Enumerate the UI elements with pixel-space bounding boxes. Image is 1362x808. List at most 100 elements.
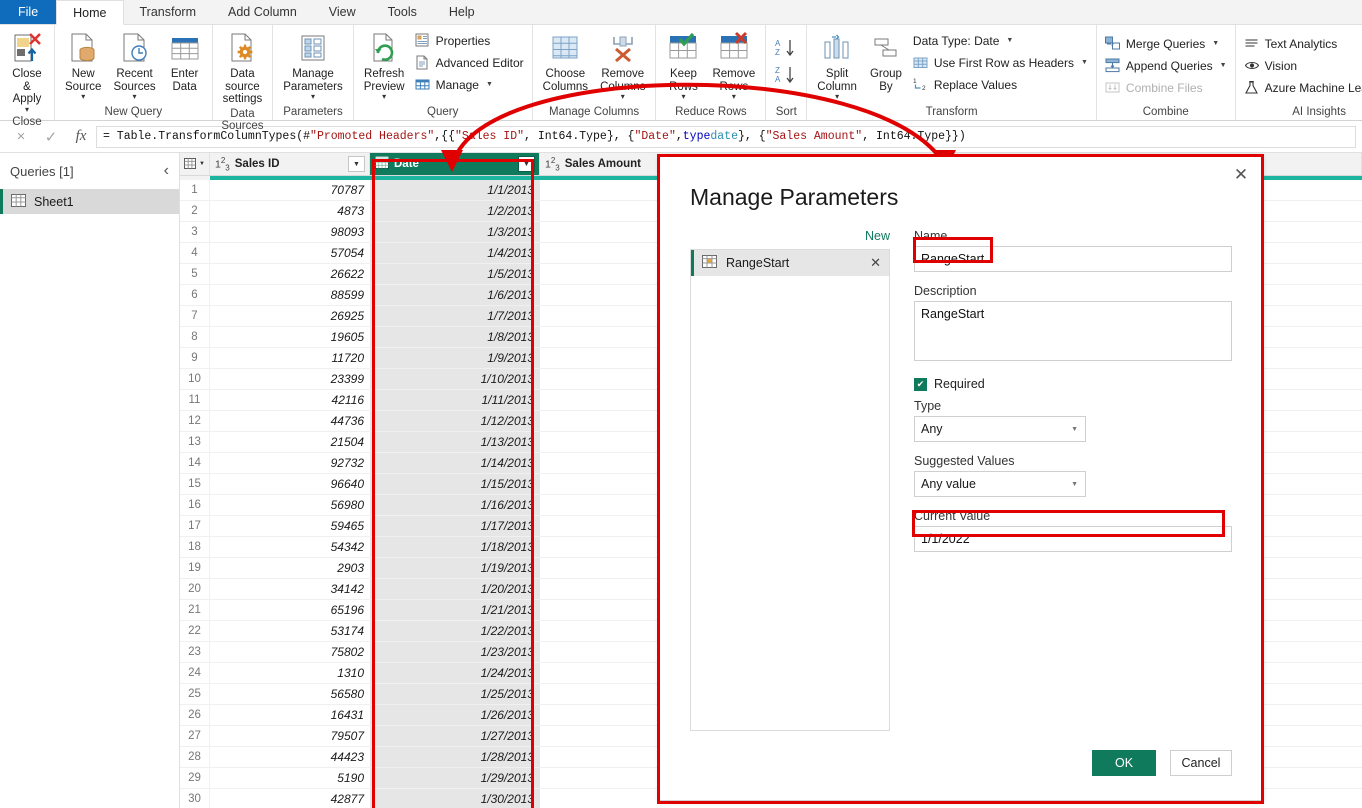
parameter-description-input[interactable]: RangeStart: [914, 301, 1232, 361]
cell-sales-id[interactable]: 88599: [210, 285, 370, 305]
cell-sales-id[interactable]: 16431: [210, 705, 370, 725]
required-checkbox-row[interactable]: ✔ Required: [914, 377, 1232, 391]
new-parameter-link[interactable]: New: [690, 229, 890, 249]
cell-date[interactable]: 1/7/2013: [370, 306, 540, 326]
cell-sales-id[interactable]: 96640: [210, 474, 370, 494]
replace-values-button[interactable]: 1 2 Replace Values: [913, 75, 1088, 94]
cell-sales-id[interactable]: 23399: [210, 369, 370, 389]
cell-date[interactable]: 1/5/2013: [370, 264, 540, 284]
cell-date[interactable]: 1/6/2013: [370, 285, 540, 305]
cell-date[interactable]: 1/29/2013: [370, 768, 540, 788]
cell-sales-id[interactable]: 5190: [210, 768, 370, 788]
chevron-down-icon[interactable]: ▾: [835, 93, 839, 101]
column-header-sales-id[interactable]: 123 Sales ID ▼: [210, 153, 370, 175]
cell-date[interactable]: 1/27/2013: [370, 726, 540, 746]
choose-columns-button[interactable]: Choose Columns ▾: [537, 28, 594, 103]
cell-sales-id[interactable]: 65196: [210, 600, 370, 620]
collapse-chevron-icon[interactable]: ‹: [164, 162, 169, 180]
cell-sales-id[interactable]: 59465: [210, 516, 370, 536]
split-column-button[interactable]: Split Column ▾: [811, 28, 863, 103]
close-and-apply-button[interactable]: Close & Apply ▾: [4, 28, 50, 116]
query-list-item-sheet1[interactable]: Sheet1: [0, 189, 179, 214]
group-by-button[interactable]: Group By: [863, 28, 909, 95]
cell-sales-id[interactable]: 92732: [210, 453, 370, 473]
tab-help[interactable]: Help: [433, 0, 491, 24]
cell-sales-id[interactable]: 98093: [210, 222, 370, 242]
cancel-button[interactable]: Cancel: [1170, 750, 1232, 776]
cell-date[interactable]: 1/26/2013: [370, 705, 540, 725]
tab-view[interactable]: View: [313, 0, 372, 24]
keep-rows-button[interactable]: Keep Rows ▾: [660, 28, 706, 103]
tab-home[interactable]: Home: [56, 0, 124, 25]
cell-date[interactable]: 1/10/2013: [370, 369, 540, 389]
azure-machine-learning-button[interactable]: Azure Machine Learning: [1244, 78, 1362, 97]
refresh-preview-button[interactable]: Refresh Preview ▾: [358, 28, 411, 103]
cell-date[interactable]: 1/9/2013: [370, 348, 540, 368]
manage-button[interactable]: Manage ▼: [415, 75, 524, 94]
cell-sales-id[interactable]: 2903: [210, 558, 370, 578]
current-value-input[interactable]: 1/1/2022: [914, 526, 1232, 552]
ok-button[interactable]: OK: [1092, 750, 1156, 776]
cell-date[interactable]: 1/1/2013: [370, 180, 540, 200]
cell-date[interactable]: 1/30/2013: [370, 789, 540, 808]
vision-button[interactable]: Vision: [1244, 56, 1362, 75]
text-analytics-button[interactable]: Text Analytics: [1244, 34, 1362, 53]
chevron-down-icon[interactable]: ▼: [1071, 481, 1078, 488]
cell-sales-id[interactable]: 79507: [210, 726, 370, 746]
cell-sales-id[interactable]: 75802: [210, 642, 370, 662]
chevron-down-icon[interactable]: ▼: [1212, 40, 1219, 47]
fx-icon[interactable]: fx: [66, 128, 96, 145]
enter-data-button[interactable]: Enter Data: [162, 28, 208, 95]
cell-date[interactable]: 1/12/2013: [370, 411, 540, 431]
cell-date[interactable]: 1/8/2013: [370, 327, 540, 347]
column-header-date[interactable]: Date ▼: [370, 153, 540, 175]
select-all-corner-button[interactable]: ▼: [180, 153, 210, 175]
cell-date[interactable]: 1/2/2013: [370, 201, 540, 221]
cell-sales-id[interactable]: 57054: [210, 243, 370, 263]
chevron-down-icon[interactable]: ▾: [311, 93, 315, 101]
chevron-down-icon[interactable]: ▾: [133, 93, 137, 101]
remove-columns-button[interactable]: Remove Columns ▾: [594, 28, 651, 103]
manage-parameters-button[interactable]: Manage Parameters ▾: [277, 28, 348, 103]
cell-date[interactable]: 1/28/2013: [370, 747, 540, 767]
cell-sales-id[interactable]: 70787: [210, 180, 370, 200]
cell-sales-id[interactable]: 21504: [210, 432, 370, 452]
remove-rows-button[interactable]: Remove Rows ▾: [706, 28, 761, 103]
parameter-name-input[interactable]: RangeStart: [914, 246, 1232, 272]
cell-sales-id[interactable]: 56580: [210, 684, 370, 704]
chevron-down-icon[interactable]: ▾: [563, 93, 567, 101]
formula-cancel-icon[interactable]: ×: [6, 128, 36, 145]
cell-sales-id[interactable]: 42877: [210, 789, 370, 808]
cell-sales-id[interactable]: 1310: [210, 663, 370, 683]
cell-date[interactable]: 1/20/2013: [370, 579, 540, 599]
cell-sales-id[interactable]: 26925: [210, 306, 370, 326]
chevron-down-icon[interactable]: ▾: [732, 93, 736, 101]
cell-date[interactable]: 1/18/2013: [370, 537, 540, 557]
chevron-down-icon[interactable]: ▼: [1006, 37, 1013, 44]
chevron-down-icon[interactable]: ▾: [382, 93, 386, 101]
column-filter-dropdown-icon[interactable]: ▼: [348, 156, 365, 172]
recent-sources-button[interactable]: Recent Sources ▾: [107, 28, 161, 103]
parameter-list-item-rangestart[interactable]: RangeStart ✕: [691, 250, 889, 276]
cell-sales-id[interactable]: 19605: [210, 327, 370, 347]
tab-transform[interactable]: Transform: [124, 0, 213, 24]
cell-sales-id[interactable]: 53174: [210, 621, 370, 641]
new-source-button[interactable]: New Source ▾: [59, 28, 107, 103]
sort-ascending-button[interactable]: A Z: [774, 38, 798, 57]
advanced-editor-button[interactable]: Advanced Editor: [415, 53, 524, 72]
cell-date[interactable]: 1/23/2013: [370, 642, 540, 662]
chevron-down-icon[interactable]: ▾: [681, 93, 685, 101]
cell-sales-id[interactable]: 54342: [210, 537, 370, 557]
append-queries-button[interactable]: Append Queries ▼: [1105, 56, 1227, 75]
chevron-down-icon[interactable]: ▼: [1081, 59, 1088, 66]
tab-file[interactable]: File: [0, 0, 57, 24]
cell-sales-id[interactable]: 44736: [210, 411, 370, 431]
suggested-values-select[interactable]: Any value ▼: [914, 471, 1086, 497]
cell-date[interactable]: 1/22/2013: [370, 621, 540, 641]
cell-date[interactable]: 1/15/2013: [370, 474, 540, 494]
cell-sales-id[interactable]: 4873: [210, 201, 370, 221]
data-source-settings-button[interactable]: Data source settings: [217, 28, 269, 108]
cell-date[interactable]: 1/11/2013: [370, 390, 540, 410]
use-first-row-as-headers-button[interactable]: Use First Row as Headers ▼: [913, 53, 1088, 72]
properties-button[interactable]: Properties: [415, 31, 524, 50]
